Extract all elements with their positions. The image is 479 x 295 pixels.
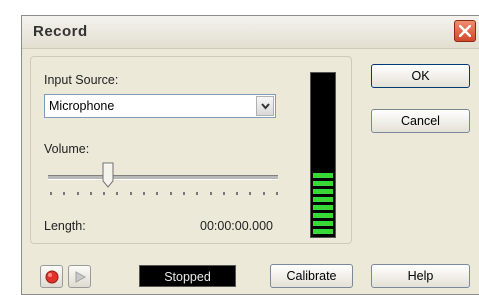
length-label: Length: <box>44 219 86 233</box>
level-meter-bar <box>313 197 333 202</box>
status-display: Stopped <box>139 265 236 287</box>
level-meter-bar <box>313 181 333 186</box>
slider-tick <box>249 192 251 195</box>
ok-button[interactable]: OK <box>371 64 470 88</box>
slider-tick <box>143 192 145 195</box>
slider-tick <box>156 192 158 195</box>
level-meter-bar <box>313 173 333 178</box>
record-dialog: Record Input Source: Microphone Volume: … <box>21 15 479 295</box>
volume-ticks <box>50 192 278 198</box>
volume-slider-track[interactable] <box>48 175 278 180</box>
help-button[interactable]: Help <box>371 264 470 288</box>
slider-tick <box>103 192 105 195</box>
cancel-button[interactable]: Cancel <box>371 109 470 133</box>
slider-tick <box>90 192 92 195</box>
volume-slider-thumb[interactable] <box>102 162 114 188</box>
slider-tick <box>236 192 238 195</box>
level-meter-bar <box>313 229 333 234</box>
slider-tick <box>223 192 225 195</box>
level-meter-bar <box>313 213 333 218</box>
input-source-select[interactable]: Microphone <box>44 94 276 118</box>
slider-tick <box>210 192 212 195</box>
chevron-down-icon <box>261 103 270 110</box>
level-meter-bar <box>313 221 333 226</box>
dropdown-button[interactable] <box>256 96 274 116</box>
calibrate-button[interactable]: Calibrate <box>270 264 353 288</box>
close-button[interactable] <box>454 20 476 42</box>
slider-tick <box>50 192 52 195</box>
input-source-value: Microphone <box>49 99 115 113</box>
slider-tick <box>130 192 132 195</box>
level-meter <box>310 72 336 238</box>
slider-tick <box>263 192 265 195</box>
input-source-label: Input Source: <box>44 73 119 87</box>
level-meter-bar <box>313 189 333 194</box>
play-button[interactable] <box>68 265 91 288</box>
title-bar: Record <box>22 16 479 49</box>
volume-label: Volume: <box>44 142 90 156</box>
slider-tick <box>170 192 172 195</box>
window-title: Record <box>33 23 88 40</box>
slider-tick <box>183 192 185 195</box>
length-value: 00:00:00.000 <box>200 219 273 233</box>
record-button[interactable] <box>40 265 63 288</box>
slider-tick <box>116 192 118 195</box>
slider-tick <box>77 192 79 195</box>
play-icon <box>75 271 87 283</box>
slider-tick <box>63 192 65 195</box>
record-icon <box>45 270 59 284</box>
slider-tick <box>276 192 278 195</box>
slider-tick <box>196 192 198 195</box>
close-icon <box>459 25 471 37</box>
level-meter-bar <box>313 205 333 210</box>
